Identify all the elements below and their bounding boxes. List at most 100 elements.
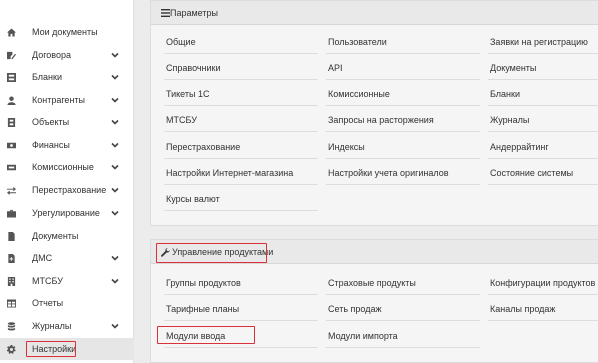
divider [164,131,318,132]
divider [488,158,598,159]
divider [488,79,598,80]
document-icon [6,231,16,241]
chevron-down-icon[interactable] [111,118,119,126]
divider [164,79,318,80]
divider [164,320,318,321]
divider [488,105,598,106]
sidebar-item-my-documents[interactable]: Мои документы [0,21,134,43]
sidebar-item-objects[interactable]: Объекты [0,111,134,133]
products-link-sales-channels[interactable]: Каналы продаж [490,304,555,314]
settings-link-commissions[interactable]: Комиссионные [328,89,390,99]
sidebar-item-counterparties[interactable]: Контрагенты [0,89,134,111]
sidebar-item-label: МТСБУ [32,276,63,286]
user-icon [6,95,16,105]
sidebar-item-label: Бланки [32,72,62,82]
products-link-product-configurations[interactable]: Конфигурации продуктов [490,278,595,288]
settings-link-users[interactable]: Пользователи [328,37,387,47]
object-icon [6,117,16,127]
sidebar-item-journals[interactable]: Журналы [0,315,134,337]
exchange-icon [6,185,16,195]
contract-icon [6,50,16,60]
sidebar-item-label: Договора [32,50,71,60]
settings-link-journals[interactable]: Журналы [490,115,529,125]
sidebar-item-label: Финансы [32,140,70,150]
medical-document-icon [6,253,16,263]
chevron-down-icon[interactable] [111,322,119,330]
sidebar-item-dms[interactable]: ДМС [0,247,134,269]
chevron-down-icon[interactable] [111,277,119,285]
divider [164,347,318,348]
divider [326,105,480,106]
sidebar-item-contracts[interactable]: Договора [0,44,134,66]
products-link-insurance-products[interactable]: Страховые продукты [328,278,416,288]
sidebar-item-label: Урегулирование [32,208,100,218]
sidebar-item-label: Перестрахование [32,185,107,195]
commission-icon [6,162,16,172]
chevron-down-icon[interactable] [111,51,119,59]
sidebar-item-reports[interactable]: Отчеты [0,292,134,314]
products-link-import-modules[interactable]: Модули импорта [328,331,398,341]
settings-link-registration-requests[interactable]: Заявки на регистрацию [490,37,588,47]
chevron-down-icon[interactable] [111,73,119,81]
sidebar-item-label: Журналы [32,321,72,331]
sidebar-item-documents[interactable]: Документы [0,225,134,247]
chevron-down-icon[interactable] [111,163,119,171]
params-panel: Параметры Общие Справочники Тикеты 1С МТ… [150,0,598,226]
settings-link-api[interactable]: API [328,63,343,73]
briefcase-icon [6,208,16,218]
chevron-down-icon[interactable] [111,141,119,149]
chevron-down-icon[interactable] [111,254,119,262]
divider [326,53,480,54]
settings-link-underwriting[interactable]: Андеррайтинг [490,142,549,152]
divider [164,105,318,106]
chevron-down-icon[interactable] [111,186,119,194]
settings-link-originals-accounting[interactable]: Настройки учета оригиналов [328,168,449,178]
params-panel-title: Параметры [170,8,218,18]
gear-icon [6,344,16,354]
divider [326,347,480,348]
products-link-tariff-plans[interactable]: Тарифные планы [166,304,239,314]
chevron-down-icon[interactable] [111,96,119,104]
settings-link-system-status[interactable]: Состояние системы [490,168,573,178]
table-icon [6,298,16,308]
sidebar-item-forms[interactable]: Бланки [0,66,134,88]
sidebar-item-label: Контрагенты [32,95,86,105]
settings-link-exchange-rates[interactable]: Курсы валют [166,194,220,204]
settings-link-general[interactable]: Общие [166,37,196,47]
sidebar-item-label: Объекты [32,117,70,127]
divider [326,158,480,159]
settings-link-reinsurance[interactable]: Перестрахование [166,142,240,152]
sidebar-item-reinsurance[interactable]: Перестрахование [0,179,134,201]
forms-icon [6,72,16,82]
sidebar-item-commissions[interactable]: Комиссионные [0,156,134,178]
chevron-down-icon[interactable] [111,209,119,217]
divider [488,320,598,321]
settings-link-documents[interactable]: Документы [490,63,536,73]
products-link-product-groups[interactable]: Группы продуктов [166,278,241,288]
divider [164,294,318,295]
products-link-sales-network[interactable]: Сеть продаж [328,304,381,314]
settings-link-online-store[interactable]: Настройки Интернет-магазина [166,168,293,178]
home-icon [6,27,16,37]
divider [488,131,598,132]
sidebar-item-mtsbu[interactable]: МТСБУ [0,270,134,292]
settings-link-tickets-1c[interactable]: Тикеты 1С [166,89,209,99]
settings-link-mtsbu[interactable]: МТСБУ [166,115,197,125]
sidebar-item-label: Отчеты [32,298,64,308]
divider [164,184,318,185]
settings-link-forms[interactable]: Бланки [490,89,520,99]
divider [488,184,598,185]
sidebar-item-finance[interactable]: Финансы [0,134,134,156]
products-title-highlight-box [156,243,267,263]
bars-icon [161,9,170,17]
settings-link-directories[interactable]: Справочники [166,63,221,73]
divider [326,184,480,185]
sidebar-item-settlement[interactable]: Урегулирование [0,202,134,224]
divider [164,210,318,211]
products-panel: Управление продуктами Группы продуктов Т… [150,239,598,363]
input-modules-highlight-box [157,326,255,344]
settings-link-indexes[interactable]: Индексы [328,142,365,152]
settings-link-termination-requests[interactable]: Запросы на расторжения [328,115,434,125]
sidebar: Мои документы Договора Бланки Контрагент… [0,0,134,363]
params-panel-header: Параметры [151,1,598,25]
